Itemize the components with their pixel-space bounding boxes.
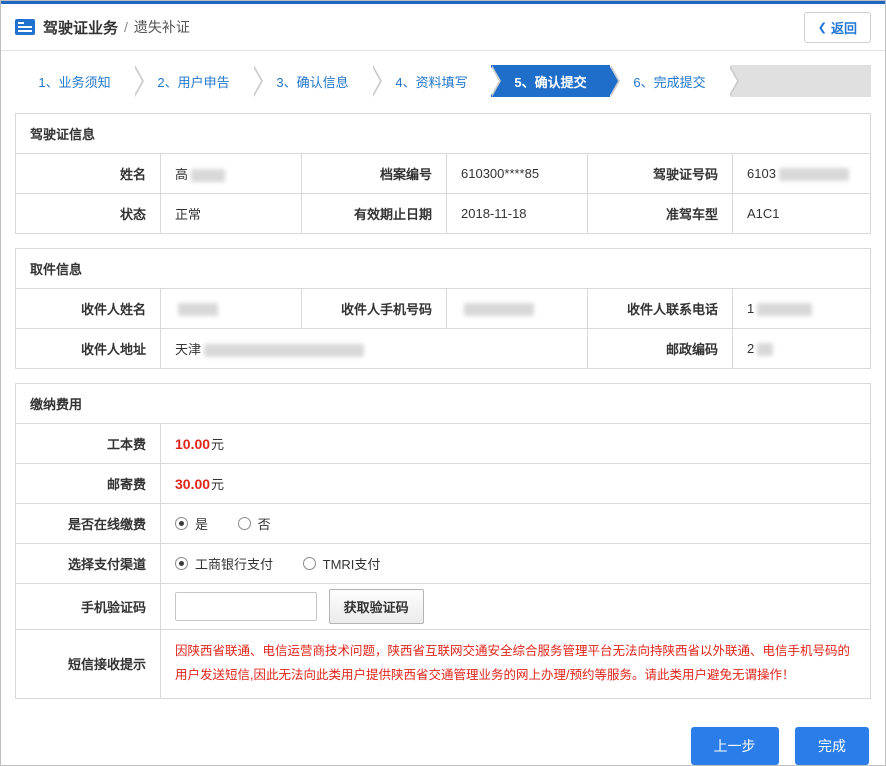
mail-fee-value: 30.00元 — [161, 464, 871, 504]
payment-table: 缴纳费用 工本费 10.00元 邮寄费 30.00元 是否在线缴费 是 否 — [15, 383, 871, 699]
step-nav-tail — [731, 65, 871, 97]
radio-unchecked-icon — [238, 517, 251, 530]
step-label: 5、确认提交 — [514, 72, 586, 91]
recipient-tel-value: 1 — [733, 289, 871, 329]
page: 驾驶证业务 / 遗失补证 ❮ 返回 1、业务须知 2、用户申告 3、确认信息 4… — [0, 0, 886, 766]
license-info-table: 驾驶证信息 姓名 高 档案编号 610300****85 驾驶证号码 6103 … — [15, 113, 871, 234]
step-label: 2、用户申告 — [157, 72, 229, 91]
fee-unit: 元 — [211, 437, 224, 452]
pickup-info-table: 取件信息 收件人姓名 收件人手机号码 收件人联系电话 1 收件人地址 天津 邮政… — [15, 248, 871, 369]
address-label: 收件人地址 — [16, 329, 161, 369]
step-nav: 1、业务须知 2、用户申告 3、确认信息 4、资料填写 5、确认提交 6、完成提… — [15, 65, 871, 97]
finish-button[interactable]: 完成 — [795, 727, 869, 765]
header: 驾驶证业务 / 遗失补证 ❮ 返回 — [1, 4, 885, 51]
postcode-value: 2 — [733, 329, 871, 369]
redacted-name — [191, 169, 225, 182]
radio-checked-icon — [175, 557, 188, 570]
recipient-tel-label: 收件人联系电话 — [588, 289, 733, 329]
address-value: 天津 — [161, 329, 588, 369]
step-label: 4、资料填写 — [395, 72, 467, 91]
back-button[interactable]: ❮ 返回 — [804, 12, 871, 43]
footer-actions: 上一步 完成 — [1, 713, 885, 766]
production-fee-label: 工本费 — [16, 424, 161, 464]
expiry-label: 有效期止日期 — [302, 194, 447, 234]
breadcrumb-current: 遗失补证 — [134, 17, 190, 37]
mail-fee-label: 邮寄费 — [16, 464, 161, 504]
step-label: 6、完成提交 — [633, 72, 705, 91]
online-pay-no-radio[interactable]: 否 — [238, 514, 271, 533]
sms-code-field: 获取验证码 — [161, 584, 871, 630]
online-pay-options: 是 否 — [161, 504, 871, 544]
back-button-label: 返回 — [831, 18, 857, 37]
production-fee-value: 10.00元 — [161, 424, 871, 464]
sms-code-label: 手机验证码 — [16, 584, 161, 630]
license-no-label: 驾驶证号码 — [588, 154, 733, 194]
online-pay-label: 是否在线缴费 — [16, 504, 161, 544]
sms-notice-label: 短信接收提示 — [16, 630, 161, 699]
step-label: 3、确认信息 — [276, 72, 348, 91]
expiry-value: 2018-11-18 — [447, 194, 588, 234]
payment-section-title: 缴纳费用 — [16, 384, 871, 424]
channel-tmri-radio[interactable]: TMRI支付 — [303, 554, 381, 573]
redacted-recipient-tel — [757, 303, 812, 316]
step-1-business-notice[interactable]: 1、业务须知 — [15, 65, 134, 97]
fee-unit: 元 — [211, 477, 224, 492]
channel-icbc-radio[interactable]: 工商银行支付 — [175, 554, 273, 573]
channel-tmri-label: TMRI支付 — [323, 554, 381, 573]
prev-step-button[interactable]: 上一步 — [691, 727, 779, 765]
redacted-address — [204, 344, 364, 357]
radio-checked-icon — [175, 517, 188, 530]
status-label: 状态 — [16, 194, 161, 234]
recipient-phone-label: 收件人手机号码 — [302, 289, 447, 329]
vehicle-type-value: A1C1 — [733, 194, 871, 234]
sms-notice-cell: 因陕西省联通、电信运营商技术问题，陕西省互联网交通安全综合服务管理平台无法向持陕… — [161, 630, 871, 699]
license-section-title: 驾驶证信息 — [16, 114, 871, 154]
step-5-confirm-submit[interactable]: 5、确认提交 — [491, 65, 610, 97]
name-value: 高 — [161, 154, 302, 194]
license-business-icon — [15, 19, 35, 35]
vehicle-type-label: 准驾车型 — [588, 194, 733, 234]
file-no-value: 610300****85 — [447, 154, 588, 194]
name-label: 姓名 — [16, 154, 161, 194]
step-label: 1、业务须知 — [38, 72, 110, 91]
file-no-label: 档案编号 — [302, 154, 447, 194]
channel-icbc-label: 工商银行支付 — [195, 554, 273, 573]
redacted-postcode — [757, 343, 773, 356]
get-code-button[interactable]: 获取验证码 — [329, 589, 424, 624]
postcode-label: 邮政编码 — [588, 329, 733, 369]
status-value: 正常 — [161, 194, 302, 234]
production-fee-amount: 10.00 — [175, 436, 210, 452]
recipient-name-value — [161, 289, 302, 329]
radio-unchecked-icon — [303, 557, 316, 570]
step-2-user-declaration[interactable]: 2、用户申告 — [134, 65, 253, 97]
breadcrumb-separator: / — [124, 19, 128, 35]
redacted-license-no — [779, 168, 849, 181]
sms-code-input[interactable] — [175, 592, 317, 621]
redacted-recipient-name — [178, 303, 218, 316]
sms-notice-text: 因陕西省联通、电信运营商技术问题，陕西省互联网交通安全综合服务管理平台无法向持陕… — [175, 640, 856, 688]
online-pay-yes-radio[interactable]: 是 — [175, 514, 208, 533]
pickup-section-title: 取件信息 — [16, 249, 871, 289]
mail-fee-amount: 30.00 — [175, 476, 210, 492]
step-6-finish-submit[interactable]: 6、完成提交 — [610, 65, 729, 97]
step-3-confirm-info[interactable]: 3、确认信息 — [253, 65, 372, 97]
page-title: 驾驶证业务 — [43, 17, 118, 38]
recipient-phone-value — [447, 289, 588, 329]
pay-channel-label: 选择支付渠道 — [16, 544, 161, 584]
back-chevron-icon: ❮ — [818, 21, 827, 34]
step-4-fill-data[interactable]: 4、资料填写 — [372, 65, 491, 97]
online-pay-no-label: 否 — [258, 514, 271, 533]
redacted-recipient-phone — [464, 303, 534, 316]
recipient-name-label: 收件人姓名 — [16, 289, 161, 329]
online-pay-yes-label: 是 — [195, 514, 208, 533]
pay-channel-options: 工商银行支付 TMRI支付 — [161, 544, 871, 584]
license-no-value: 6103 — [733, 154, 871, 194]
